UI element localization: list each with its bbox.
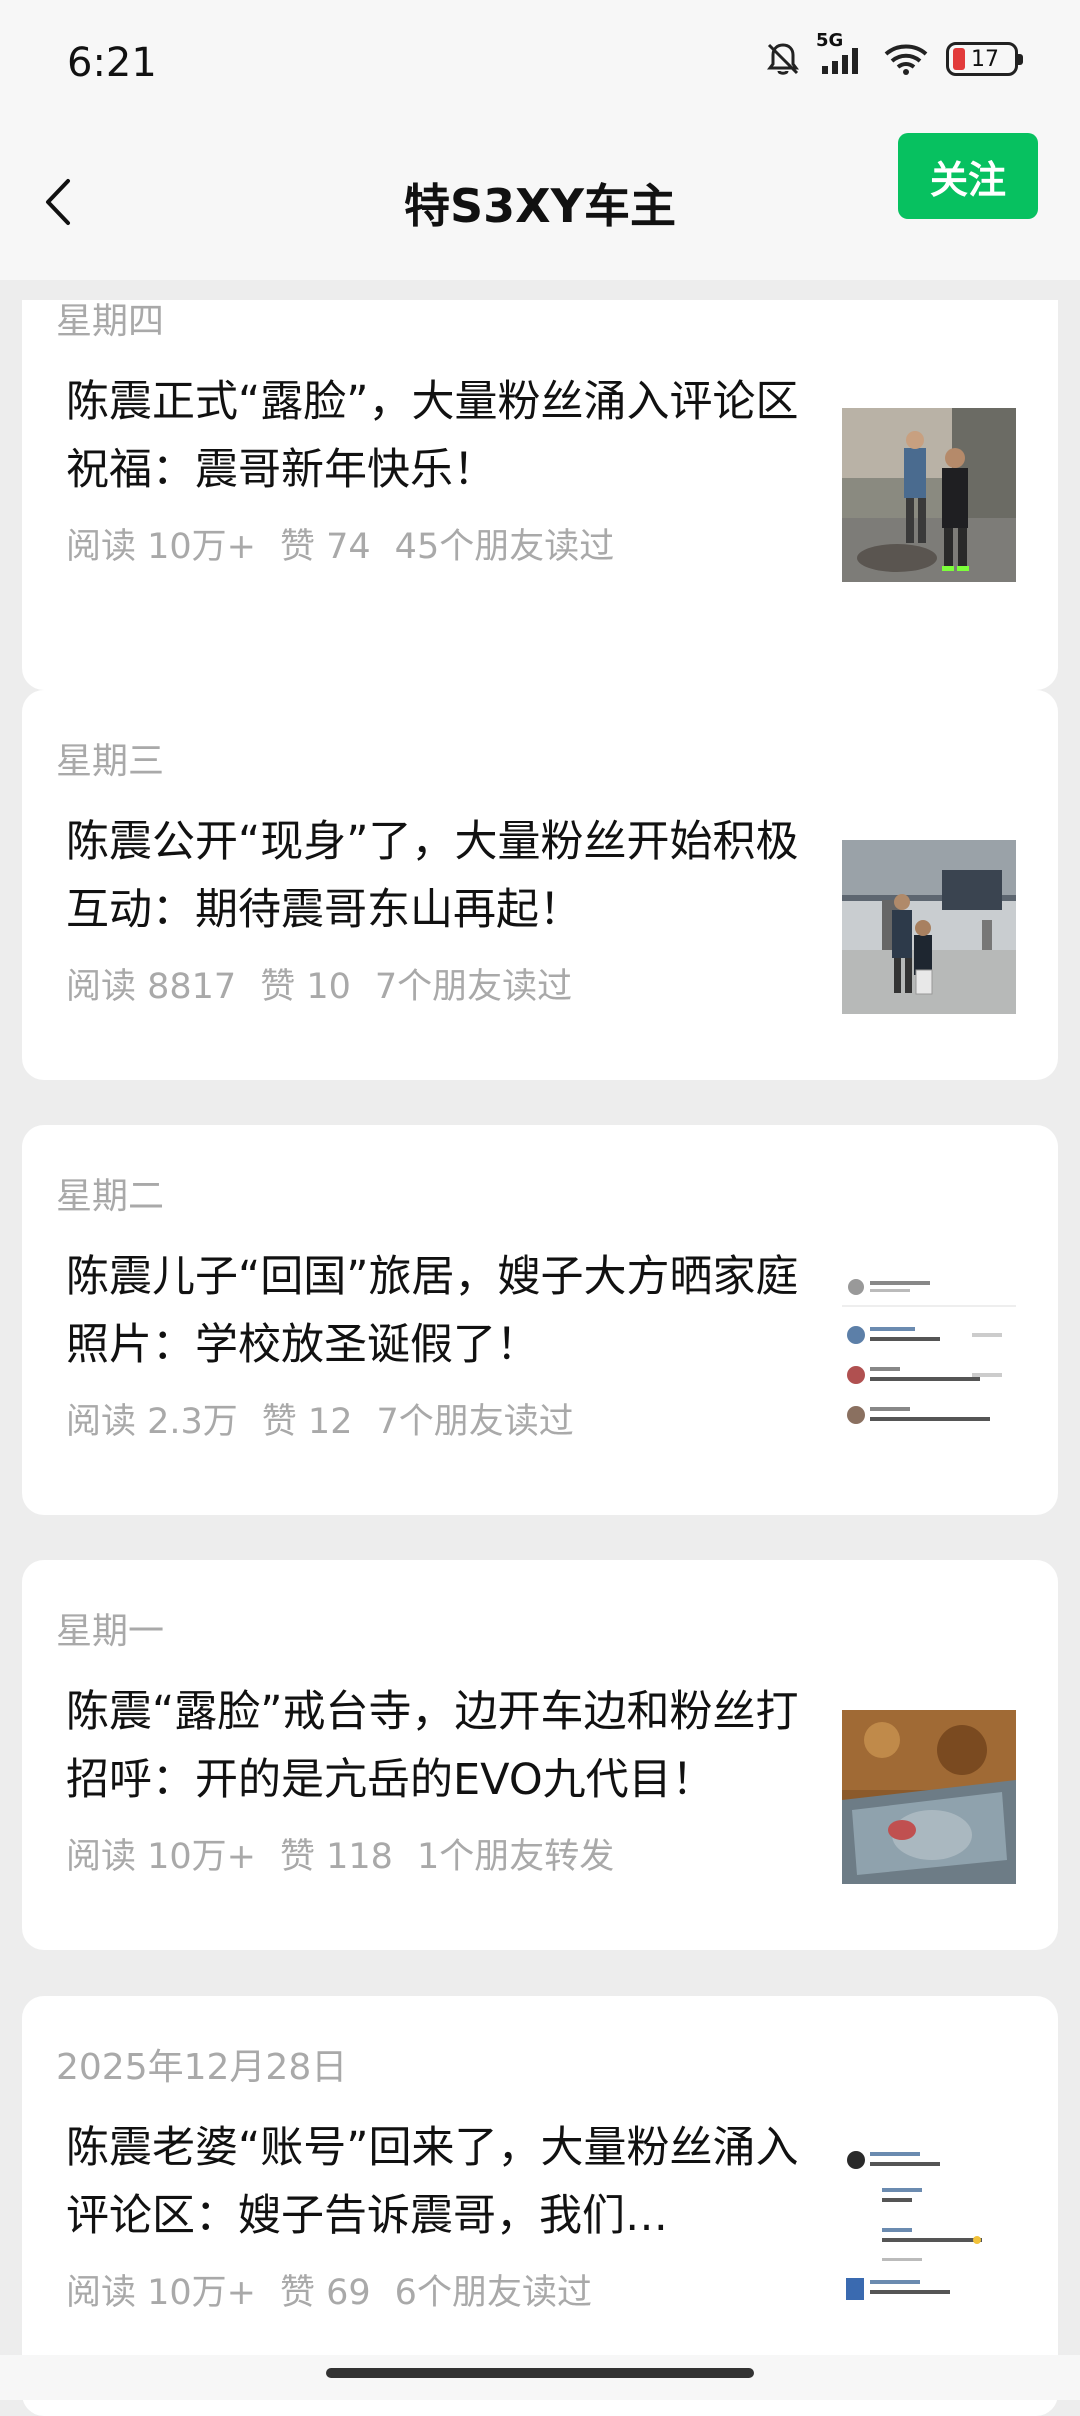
wifi-icon bbox=[884, 42, 928, 76]
read-count: 阅读 2.3万 bbox=[66, 1402, 238, 1442]
street-photo-thumbnail[interactable] bbox=[842, 408, 1016, 582]
network-label: 5G bbox=[816, 30, 844, 51]
article-card[interactable]: 星期四 陈震正式“露脸”，大量粉丝涌入评论区祝福：震哥新年快乐！ 阅读 10万+… bbox=[22, 300, 1058, 690]
article-title[interactable]: 陈震“露脸”戒台寺，边开车边和粉丝打招呼：开的是亢岳的EVO九代目！ bbox=[66, 1678, 826, 1814]
read-count: 阅读 8817 bbox=[66, 967, 237, 1007]
signal-icon: 5G bbox=[816, 30, 866, 76]
status-time: 6:21 bbox=[67, 40, 157, 86]
friends-read: 1个朋友转发 bbox=[416, 1837, 615, 1877]
follow-button[interactable]: 关注 bbox=[898, 133, 1038, 219]
read-count: 阅读 10万+ bbox=[66, 1837, 256, 1877]
friends-read: 6个朋友读过 bbox=[394, 2273, 592, 2313]
read-count: 阅读 10万+ bbox=[66, 527, 256, 567]
article-date: 2025年12月28日 bbox=[56, 2047, 348, 2088]
friends-read: 7个朋友读过 bbox=[376, 1402, 574, 1442]
article-date: 星期三 bbox=[56, 741, 165, 782]
article-card[interactable]: 星期一 陈震“露脸”戒台寺，边开车边和粉丝打招呼：开的是亢岳的EVO九代目！ 阅… bbox=[22, 1560, 1058, 1950]
like-count: 赞 12 bbox=[261, 1402, 353, 1442]
article-title[interactable]: 陈震正式“露脸”，大量粉丝涌入评论区祝福：震哥新年快乐！ bbox=[66, 368, 826, 504]
friends-read: 7个朋友读过 bbox=[374, 967, 573, 1007]
like-count: 赞 69 bbox=[280, 2273, 371, 2313]
car-window-photo-thumbnail[interactable] bbox=[842, 1710, 1016, 1884]
like-count: 赞 118 bbox=[280, 1837, 393, 1877]
status-icons: 5G 17 bbox=[764, 30, 1023, 78]
article-date: 星期四 bbox=[56, 301, 165, 342]
comments-screenshot-thumbnail[interactable] bbox=[842, 2146, 1016, 2320]
like-count: 赞 74 bbox=[280, 527, 371, 567]
home-indicator[interactable] bbox=[326, 2368, 754, 2378]
article-date: 星期一 bbox=[56, 1611, 165, 1652]
bell-off-icon bbox=[764, 40, 802, 78]
article-stats: 阅读 8817 赞 10 7个朋友读过 bbox=[66, 958, 572, 1009]
nav-bar: 特S3XY车主 关注 bbox=[0, 130, 1080, 280]
article-title[interactable]: 陈震公开“现身”了，大量粉丝开始积极互动：期待震哥东山再起！ bbox=[66, 808, 826, 944]
status-bar: 6:21 5G 17 bbox=[0, 0, 1080, 130]
battery-level bbox=[953, 48, 965, 70]
article-stats: 阅读 10万+ 赞 69 6个朋友读过 bbox=[66, 2264, 592, 2315]
article-date: 星期二 bbox=[56, 1176, 165, 1217]
battery-icon: 17 bbox=[946, 42, 1023, 76]
article-card[interactable]: 2025年12月28日 陈震老婆“账号”回来了，大量粉丝涌入评论区：嫂子告诉震哥… bbox=[22, 1996, 1058, 2416]
like-count: 赞 10 bbox=[260, 967, 351, 1007]
article-title[interactable]: 陈震老婆“账号”回来了，大量粉丝涌入评论区：嫂子告诉震哥，我们… bbox=[66, 2114, 826, 2250]
friends-read: 45个朋友读过 bbox=[394, 527, 615, 567]
article-stats: 阅读 10万+ 赞 74 45个朋友读过 bbox=[66, 518, 614, 569]
airport-photo-thumbnail[interactable] bbox=[842, 840, 1016, 1014]
read-count: 阅读 10万+ bbox=[66, 2273, 256, 2313]
article-card[interactable]: 星期二 陈震儿子“回国”旅居，嫂子大方晒家庭照片：学校放圣诞假了！ 阅读 2.3… bbox=[22, 1125, 1058, 1515]
article-title[interactable]: 陈震儿子“回国”旅居，嫂子大方晒家庭照片：学校放圣诞假了！ bbox=[66, 1243, 826, 1379]
battery-percent: 17 bbox=[971, 46, 999, 72]
article-stats: 阅读 2.3万 赞 12 7个朋友读过 bbox=[66, 1393, 574, 1444]
article-stats: 阅读 10万+ 赞 118 1个朋友转发 bbox=[66, 1828, 614, 1879]
comments-screenshot-thumbnail[interactable] bbox=[842, 1275, 1016, 1449]
article-card[interactable]: 星期三 陈震公开“现身”了，大量粉丝开始积极互动：期待震哥东山再起！ 阅读 88… bbox=[22, 690, 1058, 1080]
